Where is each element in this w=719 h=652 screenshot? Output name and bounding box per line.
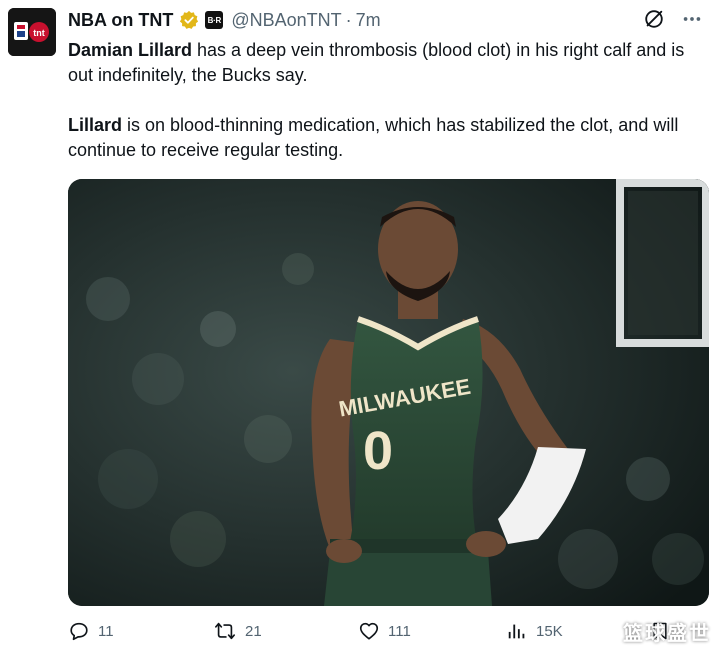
handle[interactable]: @NBAonTNT — [231, 10, 341, 31]
reply-icon — [70, 622, 88, 641]
display-name[interactable]: NBA on TNT — [68, 10, 173, 31]
reply-button[interactable]: 11 — [68, 620, 114, 642]
timestamp[interactable]: 7m — [356, 10, 381, 31]
tweet-card[interactable]: tnt NBA on TNT B·R @NBAonTNT · 7m Damian… — [0, 0, 719, 652]
tweet-text-span: is on blood-thinning medication, which h… — [68, 115, 679, 160]
tweet-paragraph-2: Lillard is on blood-thinning medication,… — [68, 113, 708, 163]
retweet-icon — [215, 622, 235, 640]
retweet-button[interactable]: 21 — [213, 620, 262, 642]
tweet-photo[interactable]: MILWAUKEE 0 — [68, 179, 709, 606]
tweet-mention-bold: Damian Lillard — [68, 40, 193, 60]
avatar-logo-text: tnt — [33, 28, 45, 38]
tweet-header: NBA on TNT B·R @NBAonTNT · 7m — [68, 6, 381, 34]
affiliate-badge[interactable]: B·R — [205, 11, 224, 29]
like-count: 111 — [388, 622, 411, 640]
separator-dot: · — [345, 9, 352, 30]
like-icon — [359, 622, 379, 640]
more-icon[interactable] — [681, 8, 703, 30]
tweet-mention-bold: Lillard — [68, 115, 123, 135]
views-icon — [508, 624, 525, 639]
like-button[interactable]: 111 — [358, 620, 411, 642]
watermark: 篮球盛世 — [623, 623, 711, 645]
views-button[interactable]: 15K — [506, 620, 563, 642]
avatar[interactable]: tnt — [8, 8, 56, 56]
header-actions — [643, 8, 703, 30]
jersey-number: 0 — [363, 421, 393, 481]
retweet-count: 21 — [245, 622, 262, 640]
tweet-paragraph-1: Damian Lillard has a deep vein thrombosi… — [68, 38, 708, 88]
grok-icon[interactable] — [643, 8, 665, 30]
views-count: 15K — [536, 622, 563, 640]
verified-badge-icon[interactable] — [179, 10, 199, 30]
reply-count: 11 — [98, 622, 114, 640]
action-bar: 11 21 111 15K — [68, 620, 688, 648]
tweet-text: Damian Lillard has a deep vein thrombosi… — [68, 38, 708, 163]
